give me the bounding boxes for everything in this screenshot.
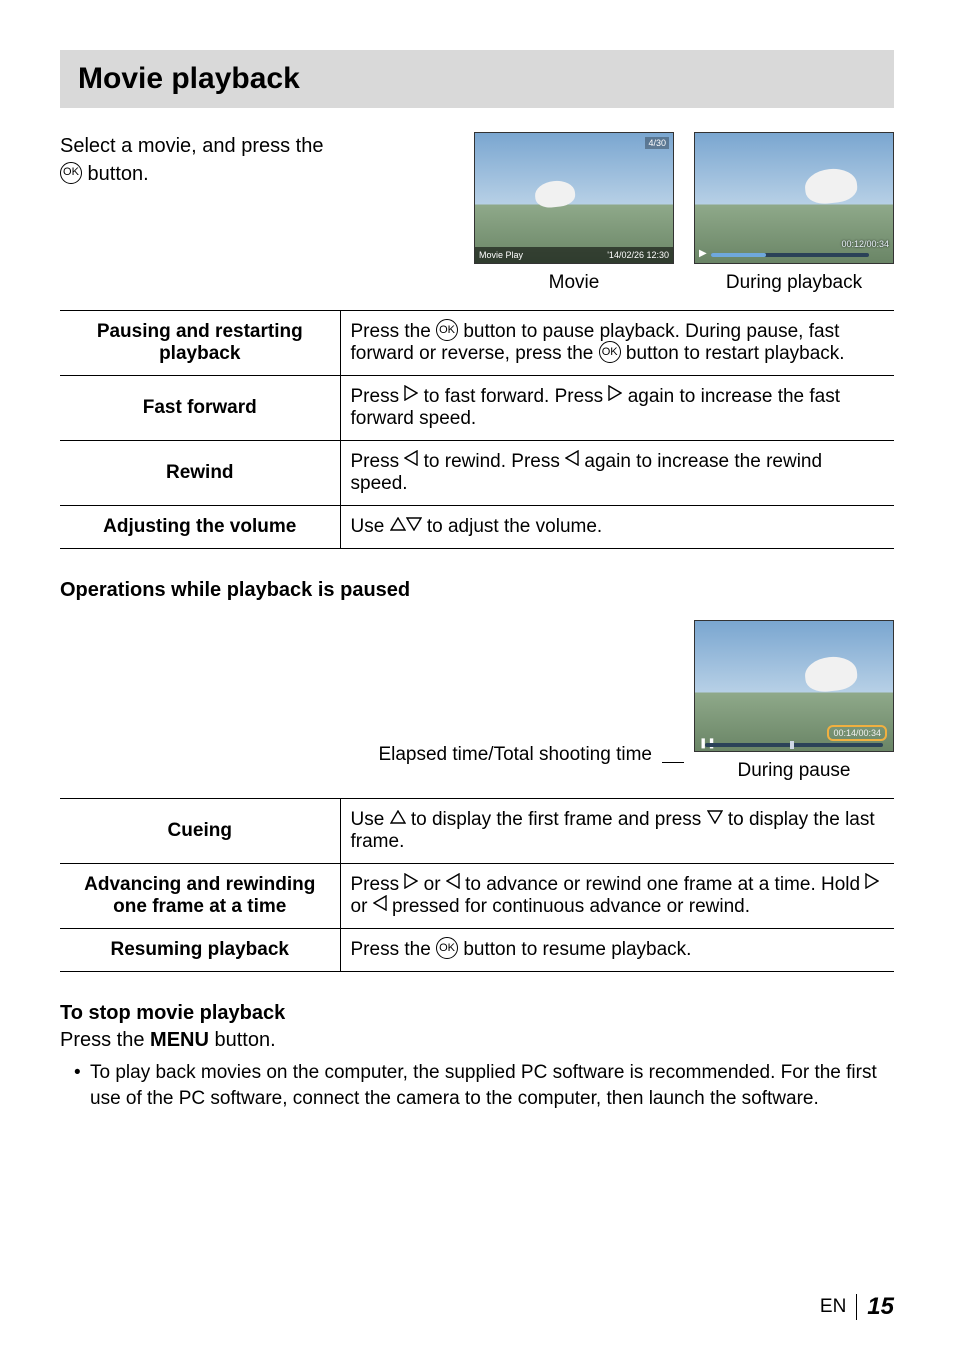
intro-text: Select a movie, and press the OK button.: [60, 132, 448, 188]
up-arrow-icon: [390, 515, 406, 537]
footer-divider: [856, 1294, 857, 1320]
table-row: Resuming playback Press the OK button to…: [60, 929, 894, 972]
op-head: Advancing and rewinding one frame at a t…: [60, 864, 340, 929]
table-row: Cueing Use to display the first frame an…: [60, 799, 894, 864]
preview-movie: 4/30 Movie Play '14/02/26 12:30 Movie: [474, 132, 674, 294]
ok-icon: OK: [436, 319, 458, 341]
preview-playback-image: 00:12/00:34 ▶: [694, 132, 894, 264]
pause-progress-bar: [705, 743, 883, 747]
stop-paragraph: Press the MENU button.: [60, 1029, 894, 1052]
up-arrow-icon: [390, 808, 406, 830]
op-head: Fast forward: [60, 376, 340, 441]
pause-preview-row: Elapsed time/Total shooting time 00:14/0…: [60, 620, 894, 782]
leader-line: [662, 762, 684, 763]
operations-table-1: Pausing and restarting playback Press th…: [60, 310, 894, 549]
section-title-bar: Movie playback: [60, 50, 894, 108]
op-desc-part: Press the: [351, 321, 437, 342]
playback-timer: 00:12/00:34: [841, 239, 889, 249]
ok-icon: OK: [60, 162, 82, 184]
right-arrow-icon: [404, 385, 418, 407]
right-arrow-icon: [404, 873, 418, 895]
stop-text-part: Press the: [60, 1029, 150, 1051]
stop-heading: To stop movie playback: [60, 1002, 894, 1025]
op-desc: Use to display the first frame and press…: [340, 799, 894, 864]
elapsed-label: Elapsed time/Total shooting time: [378, 744, 652, 782]
preview-movie-caption: Movie: [474, 272, 674, 294]
section-title: Movie playback: [78, 62, 876, 96]
ok-icon: OK: [599, 341, 621, 363]
left-arrow-icon: [373, 895, 387, 917]
preview-movie-image: 4/30 Movie Play '14/02/26 12:30: [474, 132, 674, 264]
op-head: Rewind: [60, 441, 340, 506]
preview-playback: 00:12/00:34 ▶ During playback: [694, 132, 894, 294]
down-arrow-icon: [406, 515, 422, 537]
op-desc: Press to fast forward. Press again to in…: [340, 376, 894, 441]
bird-graphic: [803, 166, 858, 205]
pause-timer-callout: 00:14/00:34: [827, 725, 887, 741]
preview-playback-caption: During playback: [694, 272, 894, 294]
right-arrow-icon: [608, 385, 622, 407]
progress-bar: [711, 253, 869, 257]
op-desc: Press the OK button to pause playback. D…: [340, 311, 894, 376]
left-arrow-icon: [565, 450, 579, 472]
table-row: Rewind Press to rewind. Press again to i…: [60, 441, 894, 506]
op-desc-part: button to resume playback.: [458, 939, 691, 960]
down-arrow-icon: [707, 808, 723, 830]
counter-text: 4/30: [645, 137, 669, 149]
table-row: Advancing and rewinding one frame at a t…: [60, 864, 894, 929]
page-footer: EN 15: [820, 1293, 894, 1321]
op-head: Resuming playback: [60, 929, 340, 972]
intro-row: Select a movie, and press the OK button.…: [60, 132, 894, 294]
movie-info-bar: Movie Play '14/02/26 12:30: [475, 247, 673, 263]
bird-graphic: [803, 654, 858, 693]
op-desc: Press to rewind. Press again to increase…: [340, 441, 894, 506]
stop-text-part: button.: [209, 1029, 276, 1051]
bird-graphic: [534, 179, 576, 209]
movie-bar-left: Movie Play: [479, 250, 523, 260]
pause-preview-col: 00:14/00:34 ❚❚ During pause: [694, 620, 894, 782]
note-list: To play back movies on the computer, the…: [60, 1060, 894, 1111]
op-desc-part: Press the: [351, 939, 437, 960]
left-arrow-icon: [404, 450, 418, 472]
right-arrow-icon: [865, 873, 879, 895]
op-head: Adjusting the volume: [60, 506, 340, 549]
pause-subhead: Operations while playback is paused: [60, 579, 894, 602]
op-desc: Press or to advance or rewind one frame …: [340, 864, 894, 929]
op-desc-part: button to restart playback.: [621, 343, 845, 364]
play-icon: ▶: [699, 248, 707, 259]
menu-button-label: MENU: [150, 1029, 209, 1051]
footer-page-number: 15: [867, 1293, 894, 1321]
intro-line1: Select a movie, and press the: [60, 135, 323, 157]
intro-line2-post: button.: [82, 163, 149, 185]
table-row: Adjusting the volume Use to adjust the v…: [60, 506, 894, 549]
pause-preview-image: 00:14/00:34 ❚❚: [694, 620, 894, 752]
table-row: Fast forward Press to fast forward. Pres…: [60, 376, 894, 441]
ok-icon: OK: [436, 937, 458, 959]
op-desc: Use to adjust the volume.: [340, 506, 894, 549]
op-head: Cueing: [60, 799, 340, 864]
movie-bar-right: '14/02/26 12:30: [607, 250, 669, 260]
left-arrow-icon: [446, 873, 460, 895]
footer-lang: EN: [820, 1296, 846, 1318]
operations-table-2: Cueing Use to display the first frame an…: [60, 798, 894, 972]
note-item: To play back movies on the computer, the…: [74, 1060, 894, 1111]
table-row: Pausing and restarting playback Press th…: [60, 311, 894, 376]
op-desc: Press the OK button to resume playback.: [340, 929, 894, 972]
op-head: Pausing and restarting playback: [60, 311, 340, 376]
pause-caption: During pause: [694, 760, 894, 782]
preview-row: 4/30 Movie Play '14/02/26 12:30 Movie 00…: [474, 132, 894, 294]
